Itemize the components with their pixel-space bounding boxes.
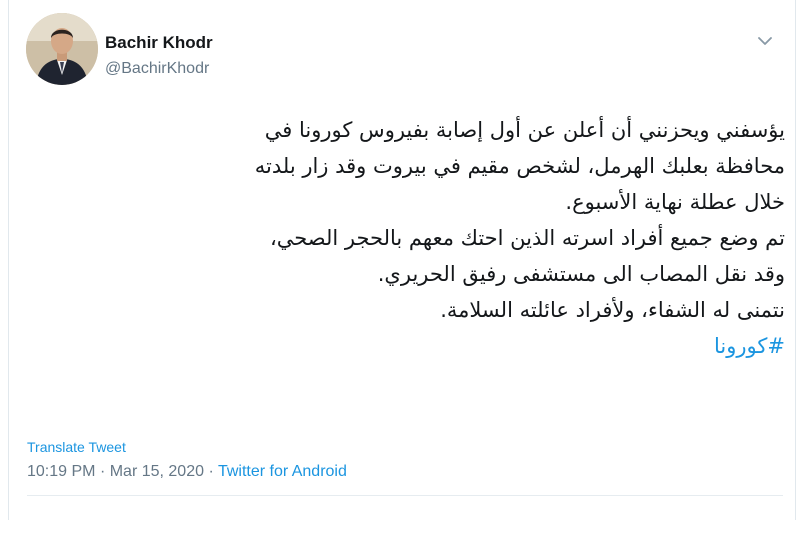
meta-separator: ·: [208, 463, 214, 480]
translate-tweet-link[interactable]: Translate Tweet: [27, 439, 126, 455]
tweet-line: خلال عطلة نهاية الأسبوع.: [565, 190, 785, 214]
chevron-down-icon-svg: [758, 37, 772, 45]
tweet-line: محافظة بعلبك الهرمل، لشخص مقيم في بيروت …: [254, 154, 785, 178]
author-handle[interactable]: @BachirKhodr: [105, 60, 209, 78]
avatar[interactable]: [26, 13, 98, 85]
tweet-date[interactable]: Mar 15, 2020: [110, 463, 204, 480]
tweet-time[interactable]: 10:19 PM: [27, 463, 95, 480]
meta-separator: ·: [99, 463, 106, 480]
author-name[interactable]: Bachir Khodr: [105, 33, 213, 53]
tweet-line: وقد نقل المصاب الى مستشفى رفيق الحريري.: [377, 262, 785, 286]
hashtag-link[interactable]: #كورونا: [714, 334, 785, 358]
tweet-line: نتمنى له الشفاء، ولأفراد عائلته السلامة.: [440, 298, 785, 322]
divider: [27, 495, 783, 496]
tweet-line: يؤسفني ويحزنني أن أعلن عن أول إصابة بفير…: [264, 118, 785, 142]
tweet-card: Bachir Khodr @BachirKhodr يؤسفني ويحزنني…: [8, 0, 796, 520]
tweet-source-link[interactable]: Twitter for Android: [218, 463, 347, 480]
chevron-down-icon[interactable]: [755, 34, 775, 48]
tweet-meta: 10:19 PM · Mar 15, 2020 · Twitter for An…: [27, 463, 347, 481]
avatar-image: [26, 13, 98, 85]
hashtag-line: #كورونا: [35, 328, 785, 364]
tweet-page: Bachir Khodr @BachirKhodr يؤسفني ويحزنني…: [0, 0, 800, 533]
tweet-line: تم وضع جميع أفراد اسرته الذين احتك معهم …: [269, 226, 785, 250]
tweet-text: يؤسفني ويحزنني أن أعلن عن أول إصابة بفير…: [35, 112, 785, 364]
